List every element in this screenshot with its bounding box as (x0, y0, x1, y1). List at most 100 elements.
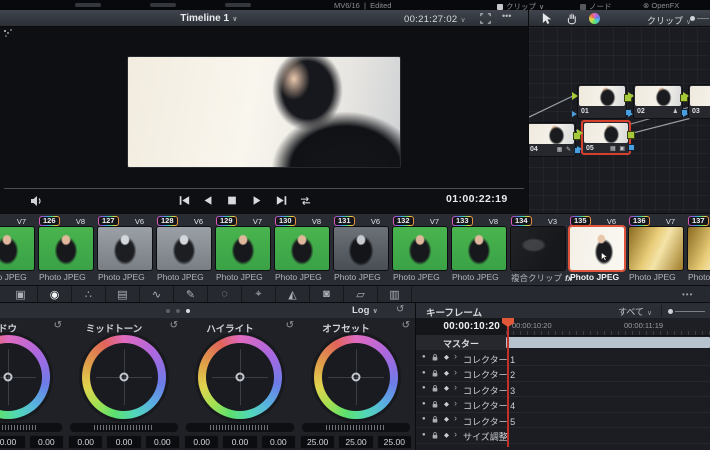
top-menu-icon[interactable] (75, 3, 101, 7)
mute-icon[interactable] (30, 195, 43, 207)
wheel-reset-icon[interactable]: ↺ (402, 320, 410, 331)
clip-thumbnail[interactable] (216, 227, 270, 270)
keyframe-zoom-handle[interactable] (668, 309, 673, 314)
wheel-reset-icon[interactable]: ↺ (170, 320, 178, 331)
keyframe-track-row[interactable]: ● ◆ › コレクター 5 (416, 412, 710, 428)
wheel-value[interactable]: 0.00 (222, 435, 257, 449)
corrector-node[interactable]: 04 ▦ ✎ (528, 122, 576, 157)
curves-icon[interactable]: ∿ (140, 286, 174, 302)
clip-thumbnail[interactable] (157, 227, 211, 270)
node-mode-selector[interactable]: クリップ∨ (647, 14, 691, 27)
lock-icon[interactable] (431, 431, 439, 440)
clip-cell[interactable]: 126 V8 Photo JPEG fx (37, 214, 96, 285)
wheel-value[interactable]: 0.00 (261, 435, 296, 449)
expand-chevron-icon[interactable]: › (454, 429, 457, 439)
clip-thumbnail[interactable] (275, 227, 329, 270)
track-enable-dot[interactable]: ● (422, 401, 426, 407)
keyframe-diamond-icon[interactable]: ◆ (444, 415, 449, 423)
keyframe-zoom-track[interactable] (675, 311, 705, 312)
master-track-row[interactable]: マスター (416, 335, 710, 350)
wheel-value[interactable]: 0.00 (106, 435, 141, 449)
clip-thumbnail[interactable] (688, 227, 710, 270)
qualifier-icon[interactable]: ✎ (174, 286, 208, 302)
keyframe-ruler[interactable]: 00:00:10:20 00:00:10:20 00:00:11:19 (416, 318, 710, 336)
keyframe-track-row[interactable]: ● ◆ › コレクター 2 (416, 366, 710, 382)
lock-icon[interactable] (431, 384, 439, 393)
node-input-icon[interactable] (628, 92, 638, 100)
clip-thumbnail[interactable] (511, 227, 565, 270)
color-wheel-tool-icon[interactable] (589, 13, 600, 24)
clip-cell[interactable]: 136 V7 Photo JPEG fx (627, 214, 686, 285)
master-track-bar[interactable] (506, 337, 710, 348)
master-wheel-slider[interactable] (0, 423, 62, 432)
clip-thumbnail[interactable] (98, 227, 152, 270)
color-wheel[interactable] (0, 335, 50, 419)
clip-thumbnail[interactable] (570, 227, 624, 270)
clip-cell[interactable]: 133 V8 Photo JPEG fx (450, 214, 509, 285)
track-enable-dot[interactable]: ● (422, 385, 426, 391)
reset-all-icon[interactable]: ↺ (396, 304, 404, 315)
expand-chevron-icon[interactable]: › (454, 398, 457, 408)
node-key-input-icon[interactable] (628, 111, 636, 117)
color-bars-icon[interactable]: ∴ (72, 286, 106, 302)
wheel-value[interactable]: 25.00 (377, 435, 412, 449)
keyframe-diamond-icon[interactable]: ◆ (444, 400, 449, 408)
wheel-value[interactable]: 0.00 (29, 435, 64, 449)
skip-end-button[interactable] (276, 195, 288, 206)
clip-thumbnail[interactable] (629, 227, 683, 270)
node-key-input-icon[interactable] (683, 111, 691, 117)
pointer-tool-icon[interactable] (541, 12, 553, 25)
play-reverse-button[interactable] (202, 195, 214, 206)
viewer-scrubber[interactable] (4, 188, 524, 189)
wheel-indicator[interactable] (236, 373, 245, 382)
node-input-icon[interactable] (528, 130, 531, 138)
clip-thumbnail[interactable] (0, 227, 34, 270)
color-wheels-icon[interactable]: ◉ (38, 286, 72, 302)
lut-icon[interactable]: ▤ (106, 286, 140, 302)
node-input-icon[interactable] (577, 129, 587, 137)
zoom-slider-track[interactable] (697, 18, 709, 19)
track-enable-dot[interactable]: ● (422, 370, 426, 376)
keyframe-track-row[interactable]: ● ◆ › コレクター 4 (416, 397, 710, 413)
lock-icon[interactable] (431, 415, 439, 424)
wheel-indicator[interactable] (4, 373, 13, 382)
master-wheel-slider[interactable] (186, 423, 294, 432)
clip-thumbnail[interactable] (334, 227, 388, 270)
expand-chevron-icon[interactable]: › (454, 351, 457, 361)
keyframe-track-row[interactable]: ● ◆ › コレクター 1 (416, 350, 710, 366)
color-wheel[interactable] (82, 335, 166, 419)
keyframe-diamond-icon[interactable]: ◆ (444, 369, 449, 377)
lock-icon[interactable] (431, 353, 439, 362)
panel-options-icon[interactable]: ••• (682, 290, 693, 299)
expand-icon[interactable] (480, 13, 491, 24)
power-window-icon[interactable]: ◌ (208, 286, 242, 302)
keyframe-track-row[interactable]: ● ◆ › サイズ調整 (416, 428, 710, 444)
wheel-value[interactable]: 25.00 (338, 435, 373, 449)
sizing-icon[interactable]: ▱ (344, 286, 378, 302)
tracker-icon[interactable]: ⌖ (242, 286, 276, 302)
wheel-value[interactable]: 0.00 (145, 435, 180, 449)
clip-cell[interactable]: 131 V6 Photo JPEG fx (332, 214, 391, 285)
loop-button[interactable] (299, 195, 312, 206)
blur-icon[interactable]: ◭ (276, 286, 310, 302)
wheel-indicator[interactable] (352, 373, 361, 382)
options-dots-icon[interactable]: ••• (502, 11, 511, 21)
node-input-icon[interactable] (572, 92, 582, 100)
wheel-value[interactable]: 0.00 (184, 435, 219, 449)
clip-cell[interactable]: 134 V3 複合クリップ fx (509, 214, 568, 285)
clip-cell[interactable]: 132 V7 Photo JPEG fx (391, 214, 450, 285)
track-enable-dot[interactable]: ● (422, 354, 426, 360)
node-output-icon[interactable] (627, 131, 635, 139)
camera-raw-icon[interactable]: ▣ (4, 286, 38, 302)
track-enable-dot[interactable]: ● (422, 432, 426, 438)
lock-icon[interactable] (431, 400, 439, 409)
wheel-mode-selector[interactable]: Log∨ (352, 305, 378, 316)
clip-thumbnail[interactable] (39, 227, 93, 270)
lock-icon[interactable] (431, 369, 439, 378)
keyframe-diamond-icon[interactable]: ◆ (444, 353, 449, 361)
video-frame[interactable] (128, 57, 400, 167)
wheel-indicator[interactable] (120, 373, 129, 382)
wheel-value[interactable]: 25.00 (300, 435, 335, 449)
clip-thumbnail[interactable] (393, 227, 447, 270)
corrector-node[interactable]: 02 ♟ (633, 84, 683, 119)
